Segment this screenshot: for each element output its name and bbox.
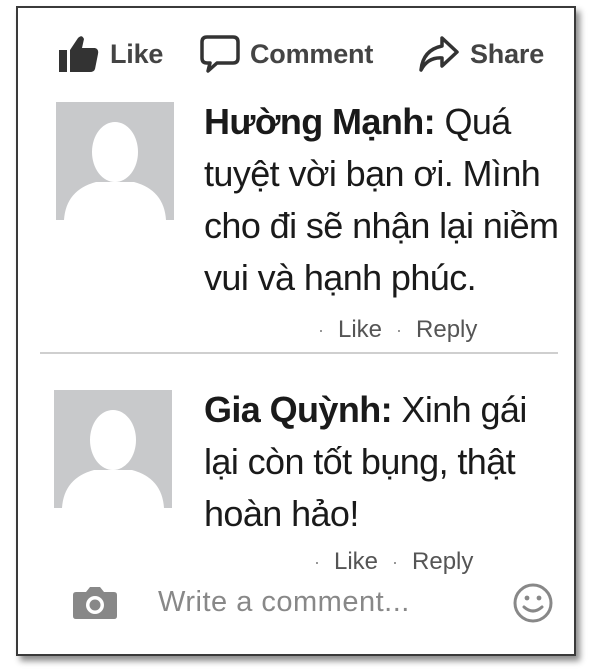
avatar[interactable] — [54, 390, 172, 508]
comment-like-link[interactable]: Like — [334, 548, 378, 576]
comment-author[interactable]: Hường Mạnh: — [204, 101, 436, 142]
share-label: Share — [470, 38, 545, 69]
comment-reply-link[interactable]: Reply — [412, 548, 473, 576]
comment-composer: Write a comment... — [18, 578, 574, 626]
avatar[interactable] — [56, 102, 174, 220]
camera-icon[interactable] — [72, 584, 118, 620]
comment-line: tuyệt vời bạn ơi. Mình — [204, 153, 541, 194]
speech-bubble-icon — [200, 34, 240, 74]
divider — [40, 352, 558, 354]
share-arrow-icon — [418, 34, 460, 74]
separator-dot: · — [318, 319, 324, 340]
comment-meta: · Like · Reply — [300, 548, 473, 576]
avatar-placeholder-icon — [62, 410, 164, 508]
comment-line: hoàn hảo! — [204, 493, 359, 534]
share-button[interactable]: Share — [418, 30, 544, 78]
comment-line: cho đi sẽ nhận lại niềm — [204, 205, 559, 246]
comment-button[interactable]: Comment — [200, 30, 373, 78]
comment-line: lại còn tốt bụng, thật — [204, 441, 516, 482]
separator-dot: · — [396, 319, 403, 340]
comment-line: vui và hạnh phúc. — [204, 257, 477, 298]
thumbs-up-icon — [58, 34, 100, 74]
comment-line: Quá — [444, 101, 511, 142]
comment-label: Comment — [250, 38, 374, 69]
comment-input[interactable]: Write a comment... — [158, 586, 410, 619]
comment-meta: · Like · Reply — [304, 316, 477, 344]
like-label: Like — [110, 38, 164, 69]
comment-body: Hường Mạnh: Quá tuyệt vời bạn ơi. Mình c… — [204, 96, 559, 304]
comment-card: Like Comment Share Hường Mạnh: Quá tuyệt… — [16, 6, 576, 656]
comment-like-link[interactable]: Like — [338, 316, 382, 344]
avatar-placeholder-icon — [64, 122, 166, 220]
comment-reply-link[interactable]: Reply — [416, 316, 477, 344]
comment-body: Gia Quỳnh: Xinh gái lại còn tốt bụng, th… — [204, 384, 527, 540]
smiley-icon[interactable] — [512, 582, 554, 624]
like-button[interactable]: Like — [58, 30, 163, 78]
separator-dot: · — [392, 551, 399, 572]
comment-author[interactable]: Gia Quỳnh: — [204, 389, 393, 430]
comment-line: Xinh gái — [401, 389, 527, 430]
separator-dot: · — [314, 551, 320, 572]
action-bar: Like Comment Share — [18, 30, 574, 78]
